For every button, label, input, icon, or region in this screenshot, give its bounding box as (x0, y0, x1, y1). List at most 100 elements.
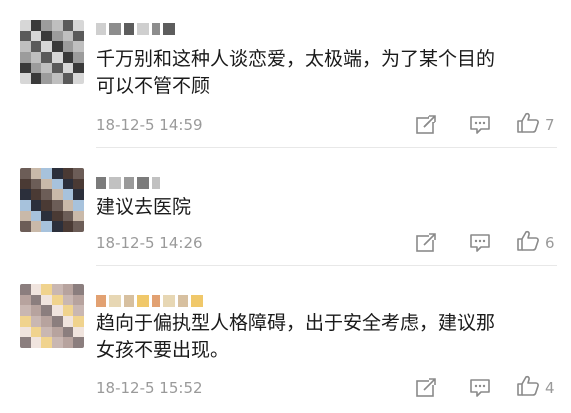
avatar-pixel (30, 168, 42, 179)
share-icon[interactable] (414, 377, 438, 399)
avatar-pixel (20, 305, 31, 316)
username-pixel (109, 23, 121, 35)
avatar[interactable] (20, 284, 84, 348)
avatar-pixel (52, 41, 63, 52)
avatar[interactable] (20, 168, 84, 232)
avatar-pixel (30, 316, 42, 327)
avatar-pixel (73, 221, 84, 232)
comment-meta: 18-12-5 15:52 4 (96, 375, 557, 401)
avatar-pixel (62, 305, 74, 316)
comment-icon[interactable] (468, 377, 492, 399)
avatar-pixel (73, 30, 84, 42)
avatar-pixel (30, 41, 42, 52)
username-pixel (137, 295, 149, 307)
comment-item: 趋向于偏执型人格障碍，出于安全考虑，建议那 女孩不要出现。 18-12-5 15… (0, 266, 571, 413)
avatar-pixel (73, 326, 84, 338)
avatar-pixel (73, 316, 84, 327)
avatar-pixel (41, 30, 52, 42)
avatar-pixel (62, 210, 74, 222)
avatar-pixel (52, 62, 63, 74)
username-pixel (124, 23, 134, 35)
avatar-pixel (30, 52, 42, 63)
avatar-pixel (41, 221, 52, 232)
avatar-pixel (30, 178, 42, 190)
share-icon[interactable] (414, 114, 438, 136)
username-pixelated[interactable] (96, 22, 175, 36)
avatar-pixel (41, 337, 52, 348)
comment-text: 千万别和这种人谈恋爱，太极端，为了某个目的 可以不管不顾 (96, 48, 496, 97)
avatar-pixel (20, 168, 31, 179)
comment-icon[interactable] (468, 114, 492, 136)
comment-actions: 6 (384, 230, 557, 256)
avatar-pixel (73, 200, 84, 211)
username-pixel (96, 295, 106, 307)
like-button[interactable]: 7 (516, 112, 557, 138)
username-pixel (152, 177, 160, 189)
avatar-pixel (62, 200, 74, 211)
comment-text: 建议去医院 (96, 196, 192, 218)
avatar-pixel (41, 284, 52, 295)
username-pixel (152, 23, 160, 35)
avatar-pixel (52, 210, 63, 222)
avatar-pixel (30, 337, 42, 348)
avatar-pixel (62, 62, 74, 74)
share-icon[interactable] (414, 232, 438, 254)
username-pixel (96, 177, 106, 189)
like-button[interactable]: 6 (516, 230, 557, 256)
username-pixel (96, 23, 106, 35)
comment-icon[interactable] (468, 232, 492, 254)
avatar-pixel (73, 210, 84, 222)
comment-time: 18-12-5 14:59 (96, 116, 203, 134)
avatar-pixel (30, 294, 42, 306)
avatar-pixel (73, 284, 84, 295)
username-pixelated[interactable] (96, 176, 160, 190)
avatar-pixel (30, 20, 42, 31)
avatar-pixel (20, 221, 31, 232)
avatar-pixel (20, 200, 31, 211)
avatar-pixel (41, 294, 52, 306)
avatar-pixel (20, 73, 31, 84)
comment-time: 18-12-5 14:26 (96, 234, 203, 252)
avatar-pixel (30, 326, 42, 338)
avatar-pixel (62, 73, 74, 84)
avatar[interactable] (20, 20, 84, 84)
avatar-pixel (52, 221, 63, 232)
username-pixel (124, 295, 134, 307)
like-count: 7 (545, 116, 555, 134)
avatar-pixel (41, 316, 52, 327)
avatar-pixel (73, 189, 84, 200)
avatar-pixel (73, 41, 84, 52)
avatar-pixel (52, 20, 63, 31)
avatar-pixel (62, 294, 74, 306)
avatar-pixel (73, 52, 84, 63)
avatar-pixel (41, 52, 52, 63)
avatar-pixel (52, 168, 63, 179)
avatar-pixel (20, 52, 31, 63)
thumbs-up-icon (516, 112, 540, 138)
avatar-pixel (20, 178, 31, 190)
avatar-pixel (52, 178, 63, 190)
avatar-pixel (62, 20, 74, 31)
username-pixelated[interactable] (96, 294, 203, 308)
avatar-pixel (52, 52, 63, 63)
avatar-pixel (62, 284, 74, 295)
avatar-pixel (62, 178, 74, 190)
avatar-pixel (52, 337, 63, 348)
avatar-pixel (30, 73, 42, 84)
avatar-pixel (52, 316, 63, 327)
like-button[interactable]: 4 (516, 375, 557, 401)
avatar-pixel (41, 305, 52, 316)
avatar-pixel (41, 41, 52, 52)
avatar-pixel (30, 305, 42, 316)
avatar-pixel (73, 337, 84, 348)
avatar-pixel (62, 168, 74, 179)
avatar-pixel (62, 221, 74, 232)
username-pixel (191, 295, 203, 307)
thumbs-up-icon (516, 230, 540, 256)
avatar-pixel (30, 62, 42, 74)
username-pixel (109, 177, 121, 189)
avatar-pixel (52, 200, 63, 211)
avatar-pixel (20, 41, 31, 52)
avatar-pixel (62, 189, 74, 200)
comment-actions: 7 (384, 112, 557, 138)
